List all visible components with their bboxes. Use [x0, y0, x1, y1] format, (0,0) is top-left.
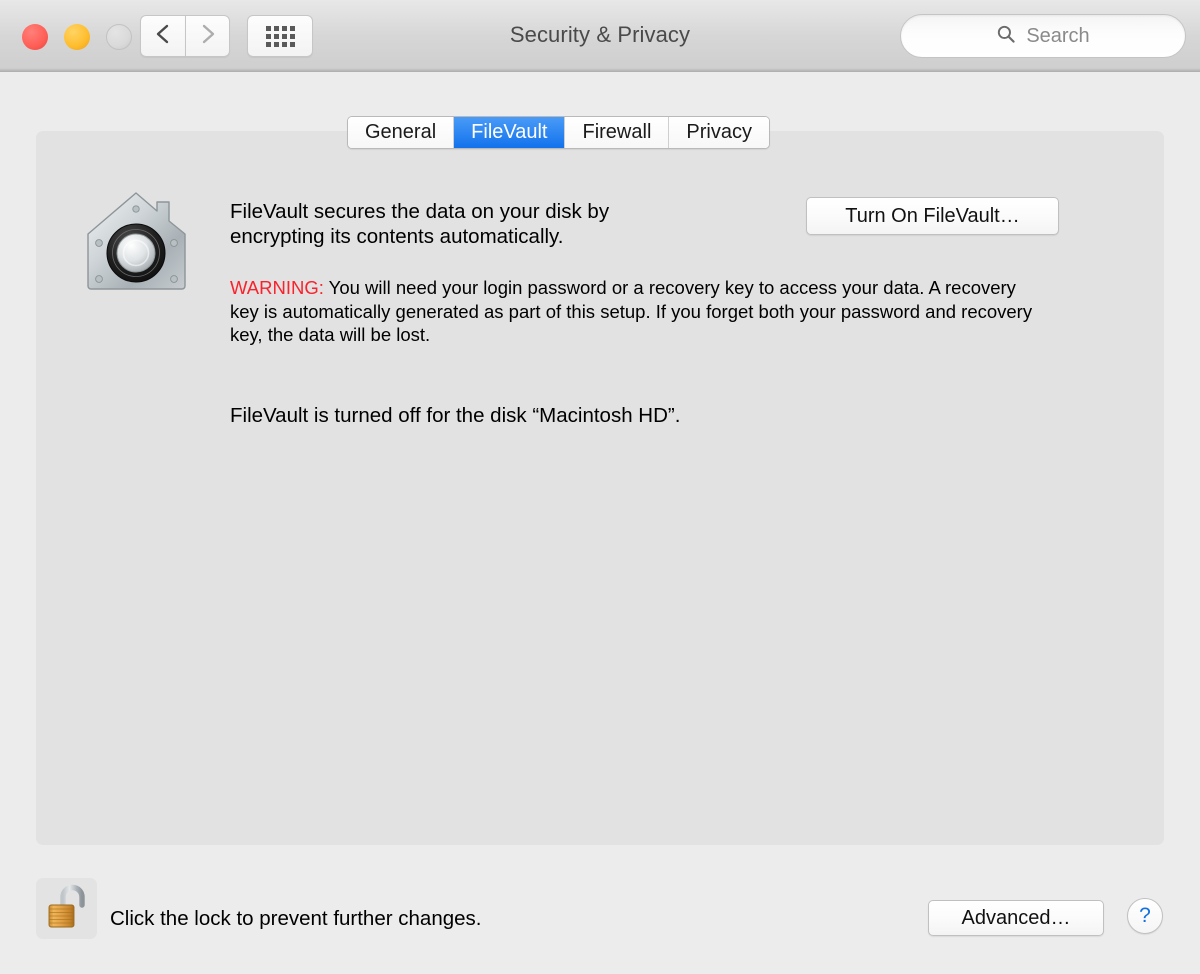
tab-privacy[interactable]: Privacy [669, 117, 769, 148]
description-line-2: encrypting its contents automatically. [230, 225, 564, 248]
search-placeholder: Search [1026, 24, 1090, 47]
filevault-description: FileVault secures the data on your disk … [230, 199, 770, 249]
tab-firewall[interactable]: Firewall [565, 117, 670, 148]
advanced-button[interactable]: Advanced… [928, 900, 1104, 936]
preference-tab-bar: General FileVault Firewall Privacy [347, 116, 770, 149]
tab-filevault[interactable]: FileVault [454, 117, 566, 148]
filevault-status: FileVault is turned off for the disk “Ma… [230, 404, 681, 427]
filevault-warning: WARNING: You will need your login passwo… [230, 276, 1042, 347]
filevault-pane: FileVault secures the data on your disk … [36, 131, 1164, 845]
search-input[interactable]: Search [900, 14, 1186, 58]
warning-text: You will need your login password or a r… [230, 277, 1033, 345]
lock-caption: Click the lock to prevent further change… [110, 907, 482, 930]
window-titlebar: Security & Privacy Search [0, 0, 1200, 72]
turn-on-filevault-button[interactable]: Turn On FileVault… [806, 197, 1059, 235]
system-preferences-window: Security & Privacy Search General FileVa… [0, 0, 1200, 974]
lock-button[interactable] [36, 878, 97, 939]
filevault-house-safe-icon [84, 191, 189, 291]
tab-general[interactable]: General [348, 117, 455, 148]
search-icon [996, 24, 1016, 49]
unlocked-padlock-icon [46, 883, 88, 934]
warning-label: WARNING: [230, 277, 324, 298]
help-button[interactable]: ? [1127, 898, 1163, 934]
description-line-1: FileVault secures the data on your disk … [230, 200, 610, 223]
